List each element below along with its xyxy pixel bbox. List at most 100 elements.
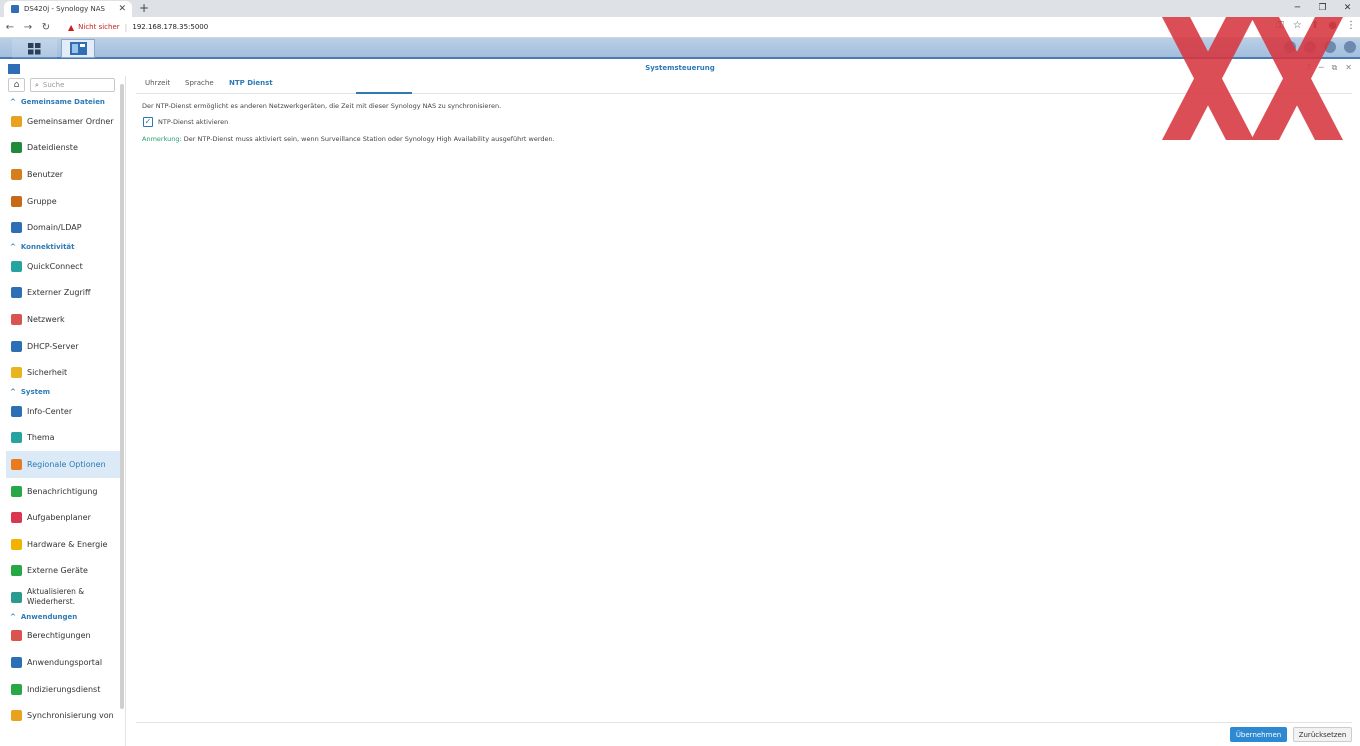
sidebar-item[interactable]: Hardware & Energie [0,531,120,558]
profile-icon[interactable]: ● [1328,20,1337,31]
browser-tab[interactable]: DS420j - Synology NAS ✕ [4,1,132,17]
dsm-taskbar [0,38,1360,59]
sidebar-item[interactable]: Benutzer [0,161,120,188]
control-panel-icon [69,42,87,55]
sidebar-list: ^ Gemeinsame Dateien Gemeinsamer Ordner Dat… [0,96,120,729]
sidebar-item[interactable]: Sicherheit [0,359,120,386]
sidebar-item-label: Externer Zugriff [27,288,91,298]
chevron-up-icon: ^ [10,98,16,106]
browser-tab-title: DS420j - Synology NAS [24,5,105,13]
sidebar: ⌂ ⌕ Suche ^ Gemeinsame Dateien Gemeinsamer… [0,76,126,746]
tab-sprache[interactable]: Sprache [185,79,214,87]
sidebar-item[interactable]: Gruppe [0,188,120,215]
warning-icon[interactable]: ▲ [68,23,74,32]
sidebar-item[interactable]: Info-Center [0,398,120,425]
main-menu-button[interactable] [12,39,57,58]
help-icon[interactable]: ? [1307,63,1311,73]
sidebar-item[interactable]: Thema [0,425,120,452]
sidebar-item[interactable]: Synchronisierung von [0,702,120,729]
sidebar-scrollbar[interactable] [120,84,124,709]
sidebar-item-label: QuickConnect [27,261,83,271]
tab-uhrzeit[interactable]: Uhrzeit [145,79,170,87]
sidebar-section-title: Anwendungen [20,612,78,621]
external-device-icon [11,565,22,577]
sidebar-item-label: Aktualisieren & Wiederherst. [27,587,85,607]
sidebar-item[interactable]: Domain/LDAP [0,214,120,241]
sidebar-item-label: Dateidienste [27,143,78,153]
globe-icon [11,287,22,299]
sidebar-item[interactable]: Indizierungsdienst [0,676,120,703]
refresh-icon [11,591,22,603]
maximize-window-icon[interactable]: ⧉ [1332,63,1338,73]
quickconnect-icon [11,260,22,272]
star-icon[interactable]: ☆ [1293,20,1302,31]
ntp-enable-checkbox[interactable]: ✓ [143,117,153,127]
sidebar-item-label: Berechtigungen [27,631,91,641]
domain-icon [11,222,22,234]
home-icon: ⌂ [13,80,20,90]
key-icon[interactable]: ⚿ [1276,20,1284,31]
not-secure-label[interactable]: Nicht sicher [78,23,120,31]
sidebar-item[interactable]: Benachrichtigung [0,478,120,505]
sidebar-item[interactable]: Aktualisieren & Wiederherst. [0,584,120,611]
tab-bar: Uhrzeit Sprache NTP Dienst [136,76,1352,94]
restore-icon[interactable]: ❐ [1310,0,1335,17]
widgets-icon[interactable] [1344,41,1356,53]
sidebar-item-label: Info-Center [27,406,73,416]
sidebar-section-header[interactable]: ^ Anwendungen [0,611,120,623]
sidebar-item[interactable]: Dateidienste [0,135,120,162]
close-window-icon[interactable]: ✕ [1335,0,1360,17]
sidebar-item[interactable]: QuickConnect [0,253,120,280]
sidebar-item[interactable]: Aufgabenplaner [0,504,120,531]
sidebar-item[interactable]: Externe Geräte [0,558,120,585]
grid-icon [28,42,41,54]
sidebar-item[interactable]: Anwendungsportal [0,649,120,676]
shield-icon [11,367,22,379]
ntp-enable-label[interactable]: NTP-Dienst aktivieren [158,118,228,126]
new-tab-icon[interactable]: + [139,2,149,15]
close-icon[interactable]: ✕ [118,4,126,14]
synology-favicon-icon [11,5,19,13]
tab-ntp-dienst[interactable]: NTP Dienst [229,79,273,87]
notification-icon[interactable] [1284,41,1296,53]
sidebar-section-header[interactable]: ^ Gemeinsame Dateien [0,96,120,108]
sidebar-item[interactable]: Externer Zugriff [0,280,120,307]
sidebar-item[interactable]: Gemeinsamer Ordner [0,108,120,135]
search-tray-icon[interactable] [1324,41,1336,53]
search-placeholder: Suche [42,81,65,89]
sidebar-item-label: Gruppe [27,196,57,206]
checkmark-icon: ✓ [144,117,152,126]
back-icon[interactable]: ← [2,22,18,33]
sidebar-section-header[interactable]: ^ Konnektivität [0,241,120,253]
url-text[interactable]: 192.168.178.35:5000 [132,23,208,31]
sidebar-item-label: Netzwerk [27,314,65,324]
close-app-icon[interactable]: ✕ [1345,63,1352,73]
ntp-enable-row: ✓ NTP-Dienst aktivieren [143,117,228,127]
sidebar-item[interactable]: Berechtigungen [0,623,120,650]
minimize-window-icon[interactable]: ─ [1319,63,1324,73]
forward-icon[interactable]: → [20,22,36,33]
minimize-icon[interactable]: ─ [1285,0,1310,17]
sidebar-section-header[interactable]: ^ System [0,386,120,398]
extension-icon[interactable]: ⬆ [1311,20,1319,31]
apply-button[interactable]: Übernehmen [1230,727,1287,742]
ntp-description: Der NTP-Dienst ermöglicht es anderen Net… [142,102,502,110]
shared-folder-icon [11,115,22,127]
search-icon: ⌕ [35,80,39,89]
sidebar-item-label: DHCP-Server [27,341,79,351]
reload-icon[interactable]: ↻ [38,22,54,33]
sidebar-item-label: Regionale Optionen [27,459,106,469]
reset-button[interactable]: Zurücksetzen [1293,727,1352,742]
sidebar-item[interactable]: DHCP-Server [0,333,120,360]
user-icon-tray[interactable] [1304,41,1316,53]
search-input[interactable]: ⌕ Suche [30,78,115,92]
sidebar-item[interactable]: Netzwerk [0,306,120,333]
note-text: Der NTP-Dienst muss aktiviert sein, wenn… [181,135,555,143]
menu-icon[interactable]: ⋮ [1346,20,1356,31]
control-panel-taskbar-button[interactable] [61,39,95,58]
sidebar-item[interactable]: Regionale Optionen [6,451,120,478]
home-button[interactable]: ⌂ [8,78,25,92]
bulb-icon [11,538,22,550]
browser-tabbar: DS420j - Synology NAS ✕ + ─ ❐ ✕ [0,0,1360,17]
footer-divider [136,722,1352,723]
